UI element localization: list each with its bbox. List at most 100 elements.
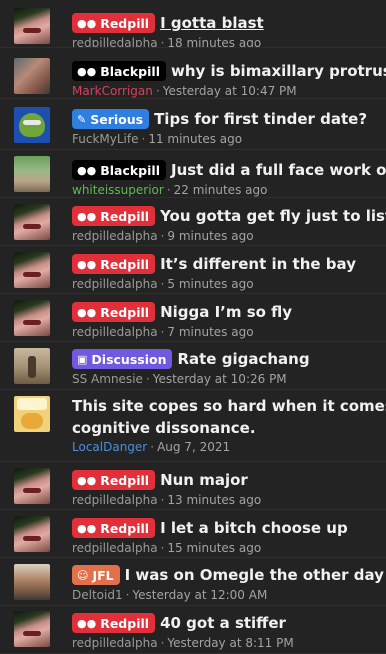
thread-timestamp[interactable]: Aug 7, 2021 bbox=[157, 440, 230, 454]
thread-title-link[interactable]: I let a bitch choose up bbox=[160, 519, 348, 537]
meta-separator: · bbox=[160, 493, 165, 507]
author-link[interactable]: redpilledalpha bbox=[72, 636, 158, 650]
author-link[interactable]: redpilledalpha bbox=[72, 229, 158, 243]
avatar[interactable] bbox=[14, 516, 50, 552]
thread-row[interactable]: ●● Redpill Nun major redpilledalpha · 13 m… bbox=[0, 462, 386, 510]
thread-timestamp[interactable]: 15 minutes ago bbox=[167, 541, 261, 555]
prefix-badge-redpill[interactable]: ●● Redpill bbox=[72, 302, 156, 322]
avatar[interactable] bbox=[14, 564, 50, 600]
thread-timestamp[interactable]: 22 minutes ago bbox=[174, 183, 268, 197]
thread-timestamp[interactable]: 11 minutes ago bbox=[148, 132, 242, 146]
author-link[interactable]: redpilledalpha bbox=[72, 36, 158, 47]
avatar[interactable] bbox=[14, 204, 50, 240]
thread-timestamp[interactable]: Yesterday at 8:11 PM bbox=[167, 636, 293, 650]
author-link[interactable]: FuckMyLife bbox=[72, 132, 138, 146]
author-link[interactable]: Deltoid1 bbox=[72, 588, 123, 602]
avatar[interactable] bbox=[14, 396, 50, 432]
thread-title-link[interactable]: You gotta get fly just to listen to bbox=[160, 207, 386, 225]
pills-icon: ●● bbox=[77, 521, 97, 535]
thread-title-line-2: cognitive dissonance. bbox=[72, 419, 256, 437]
thread-title-line: ●● Redpill I let a bitch choose up bbox=[72, 516, 386, 540]
thread-title-line: ▣ Discussion Rate gigachang bbox=[72, 347, 386, 371]
thread-timestamp[interactable]: Yesterday at 10:26 PM bbox=[153, 372, 287, 386]
meta-separator: · bbox=[160, 36, 165, 48]
author-link[interactable]: redpilledalpha bbox=[72, 493, 158, 507]
thread-row[interactable]: This site copes so hard when it comes to… bbox=[0, 390, 386, 462]
thread-row[interactable]: ●● Redpill 40 got a stiffer redpilledalp… bbox=[0, 606, 386, 654]
thread-row[interactable]: ●● Redpill I gotta blast redpilledalpha ·… bbox=[0, 0, 386, 48]
thread-main: ●● Blackpill Just did a full face work o… bbox=[72, 150, 386, 197]
author-link[interactable]: redpilledalpha bbox=[72, 277, 158, 291]
prefix-badge-jfl[interactable]: ☺ JFL bbox=[72, 565, 120, 585]
avatar[interactable] bbox=[14, 300, 50, 336]
thread-title-link[interactable]: It’s different in the bay bbox=[160, 255, 356, 273]
author-link[interactable]: MarkCorrigan bbox=[72, 84, 153, 98]
thread-timestamp[interactable]: 7 minutes ago bbox=[167, 325, 253, 339]
prefix-badge-redpill[interactable]: ●● Redpill bbox=[72, 613, 156, 633]
thread-title-link[interactable]: I was on Omegle the other day bbox=[125, 566, 384, 584]
prefix-badge-discussion[interactable]: ▣ Discussion bbox=[72, 349, 173, 369]
thread-timestamp[interactable]: Yesterday at 12:00 AM bbox=[132, 588, 267, 602]
author-link[interactable]: whiteissuperior bbox=[72, 183, 164, 197]
avatar[interactable] bbox=[14, 58, 50, 94]
avatar[interactable] bbox=[14, 468, 50, 504]
meta-separator: · bbox=[125, 588, 130, 602]
thread-timestamp[interactable]: 5 minutes ago bbox=[167, 277, 253, 291]
thread-title-link[interactable]: Rate gigachang bbox=[177, 350, 309, 368]
author-link[interactable]: SS Amnesie bbox=[72, 372, 143, 386]
thread-row[interactable]: ●● Redpill It’s different in the bay red… bbox=[0, 246, 386, 294]
prefix-badge-redpill[interactable]: ●● Redpill bbox=[72, 518, 156, 538]
thread-title-line: ●● Redpill You gotta get fly just to lis… bbox=[72, 204, 386, 228]
prefix-badge-redpill[interactable]: ●● Redpill bbox=[72, 206, 156, 226]
thread-row[interactable]: ●● Blackpill Just did a full face work o… bbox=[0, 150, 386, 198]
thread-title-link[interactable]: This site copes so hard when it comes to… bbox=[72, 395, 386, 439]
thread-title-line: ●● Blackpill why is bimaxillary protrusi… bbox=[72, 59, 386, 83]
prefix-badge-redpill[interactable]: ●● Redpill bbox=[72, 254, 156, 274]
avatar[interactable] bbox=[14, 252, 50, 288]
thread-main: ●● Blackpill why is bimaxillary protrusi… bbox=[72, 48, 386, 98]
prefix-badge-blackpill[interactable]: ●● Blackpill bbox=[72, 61, 166, 81]
prefix-badge-redpill[interactable]: ●● Redpill bbox=[72, 13, 156, 33]
thread-timestamp[interactable]: Yesterday at 10:47 PM bbox=[163, 84, 297, 98]
thread-title-link[interactable]: 40 got a stiffer bbox=[160, 614, 286, 632]
author-link[interactable]: redpilledalpha bbox=[72, 541, 158, 555]
thread-title-link[interactable]: I gotta blast bbox=[160, 14, 264, 32]
thread-timestamp[interactable]: 18 minutes ago bbox=[167, 36, 261, 47]
thread-title-link[interactable]: why is bimaxillary protrusion s bbox=[171, 62, 386, 80]
avatar[interactable] bbox=[14, 8, 50, 44]
thread-row[interactable]: ●● Redpill Nigga I’m so fly redpilledalp… bbox=[0, 294, 386, 342]
thread-timestamp[interactable]: 9 minutes ago bbox=[167, 229, 253, 243]
meta-separator: · bbox=[155, 84, 160, 98]
avatar[interactable] bbox=[14, 348, 50, 384]
thread-timestamp[interactable]: 13 minutes ago bbox=[167, 493, 261, 507]
thread-row[interactable]: ●● Redpill You gotta get fly just to lis… bbox=[0, 198, 386, 246]
prefix-badge-redpill[interactable]: ●● Redpill bbox=[72, 470, 156, 490]
thread-title-link[interactable]: Tips for first tinder date? bbox=[154, 110, 367, 128]
prefix-badge-blackpill[interactable]: ●● Blackpill bbox=[72, 160, 166, 180]
thread-row[interactable]: ▣ Discussion Rate gigachang SS Amnesie · Y… bbox=[0, 342, 386, 390]
avatar[interactable] bbox=[14, 107, 50, 143]
thread-title-link[interactable]: Nigga I’m so fly bbox=[160, 303, 292, 321]
avatar[interactable] bbox=[14, 611, 50, 647]
thread-meta: redpilledalpha · 13 minutes ago bbox=[72, 493, 386, 507]
avatar[interactable] bbox=[14, 156, 50, 192]
thread-row[interactable]: ☺ JFL I was on Omegle the other day Delt… bbox=[0, 558, 386, 606]
thread-main: ●● Redpill Nigga I’m so fly redpilledalp… bbox=[72, 294, 386, 339]
thread-row[interactable]: ✎ Serious Tips for first tinder date? Fu… bbox=[0, 99, 386, 150]
thread-title-link[interactable]: Just did a full face work out [T bbox=[171, 161, 386, 179]
meta-separator: · bbox=[160, 277, 165, 291]
author-link[interactable]: redpilledalpha bbox=[72, 325, 158, 339]
thread-title-line: ●● Redpill I gotta blast bbox=[72, 11, 386, 35]
prefix-badge-serious[interactable]: ✎ Serious bbox=[72, 109, 150, 129]
thread-title-link[interactable]: Nun major bbox=[160, 471, 248, 489]
thread-meta: redpilledalpha · 15 minutes ago bbox=[72, 541, 386, 555]
author-link[interactable]: LocalDanger bbox=[72, 440, 147, 454]
thread-row[interactable]: ●● Redpill I let a bitch choose up redpi… bbox=[0, 510, 386, 558]
thread-meta: Deltoid1 · Yesterday at 12:00 AM bbox=[72, 588, 386, 602]
meta-separator: · bbox=[150, 440, 155, 454]
thread-meta: FuckMyLife · 11 minutes ago bbox=[72, 132, 386, 146]
thread-main: ●● Redpill 40 got a stiffer redpilledalp… bbox=[72, 606, 386, 650]
meta-separator: · bbox=[166, 183, 171, 197]
meta-separator: · bbox=[160, 229, 165, 243]
thread-row[interactable]: ●● Blackpill why is bimaxillary protrusi… bbox=[0, 48, 386, 99]
